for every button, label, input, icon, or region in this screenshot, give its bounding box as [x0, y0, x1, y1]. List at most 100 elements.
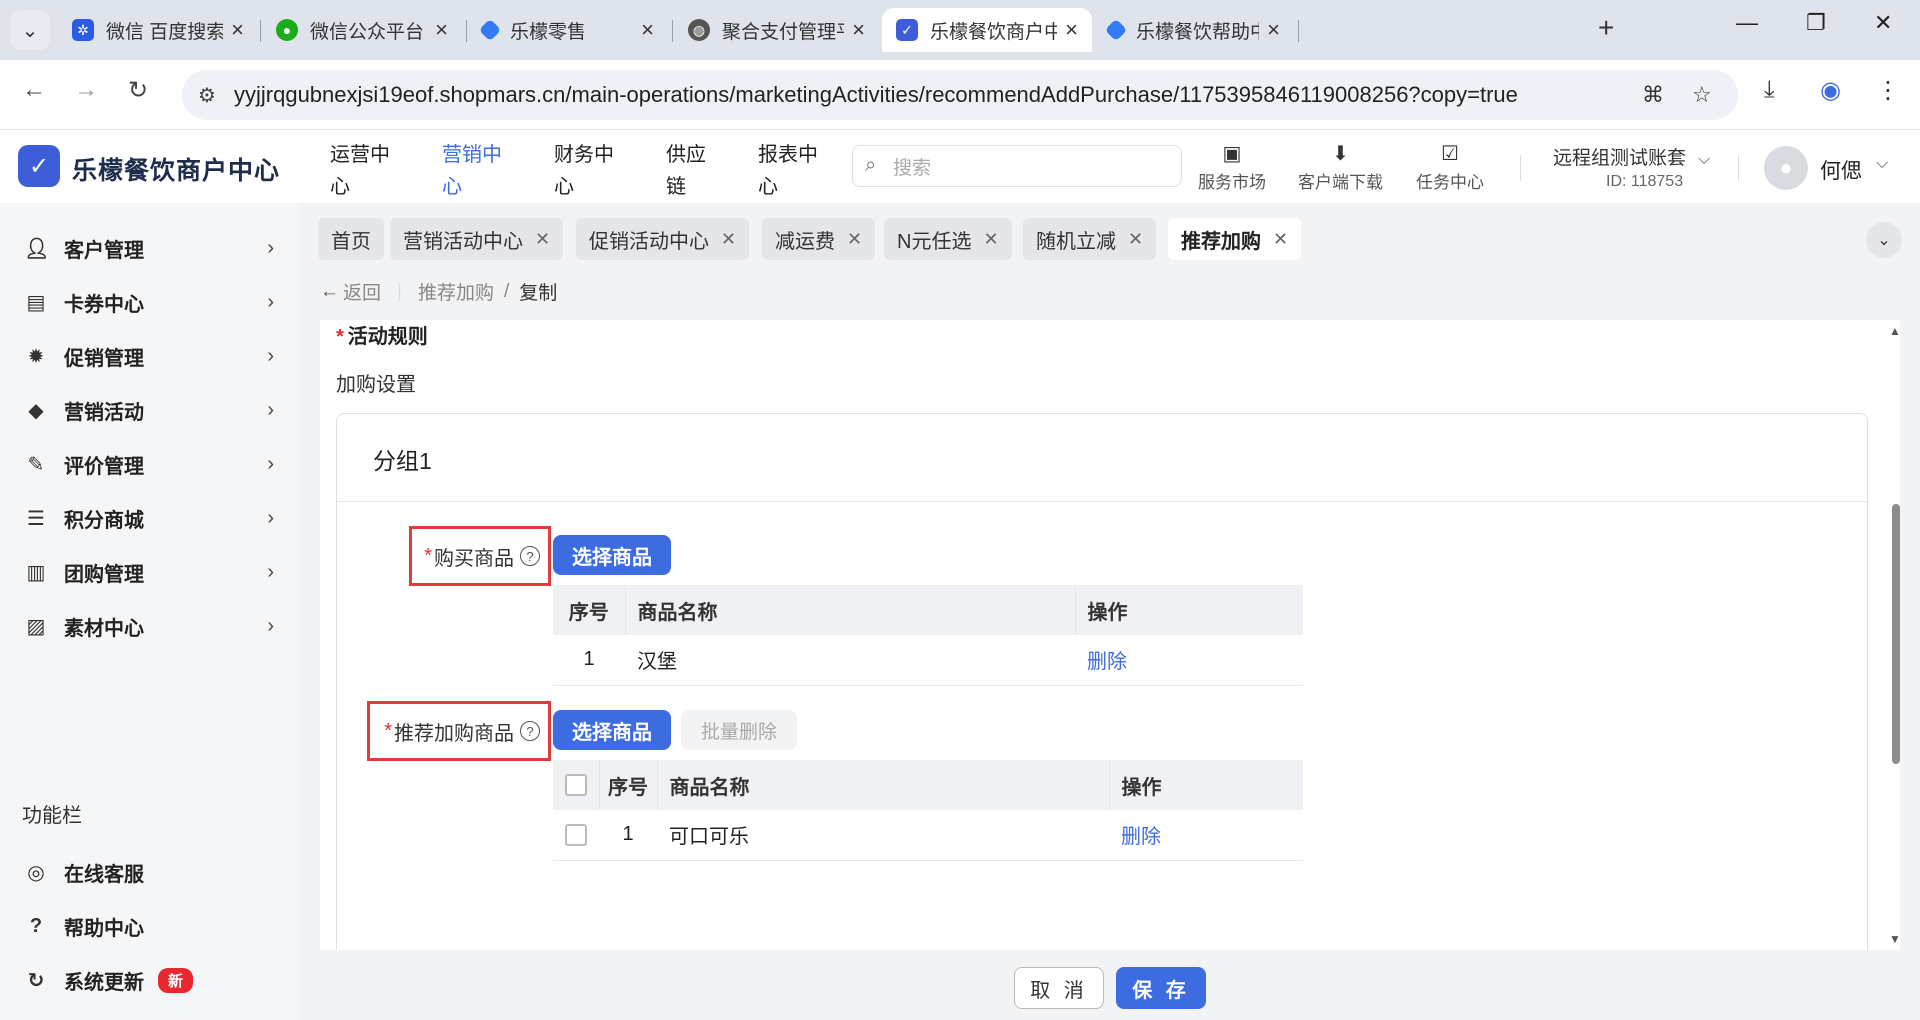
sidebar-item-customer[interactable]: 👤︎ 客户管理 › [0, 221, 300, 275]
question-circle-icon[interactable]: ? [520, 721, 540, 741]
avatar[interactable]: ● [1764, 146, 1808, 190]
sidebar-item-help-center[interactable]: ? 帮助中心 [0, 899, 300, 953]
scroll-down-arrow-icon[interactable]: ▼ [1889, 932, 1901, 946]
sidebar-item-marketing[interactable]: ◆ 营销活动 › [0, 383, 300, 437]
chevron-down-icon[interactable]: ⌵ [1876, 155, 1888, 173]
browser-tab-title: 乐檬餐饮帮助中心 [1136, 21, 1259, 43]
close-icon[interactable]: × [435, 17, 448, 43]
topnav-marketing[interactable]: 营销中心 [442, 139, 514, 203]
forward-arrow-icon[interactable]: → [74, 76, 98, 104]
back-arrow-icon[interactable]: ← [320, 281, 339, 303]
restore-icon[interactable]: ❐ [1806, 10, 1826, 36]
sidebar-item-material[interactable]: ▨ 素材中心 › [0, 599, 300, 653]
url-field[interactable]: ⚙ yyjjrqgubnexjsi19eof.shopmars.cn/main-… [182, 70, 1738, 120]
page-tab-promotion-center[interactable]: 促销活动中心 ✕ [576, 218, 750, 260]
recommend-product-label: * 推荐加购商品? [367, 701, 551, 761]
topnav-reports[interactable]: 报表中心 [758, 139, 830, 203]
scrollbar[interactable]: ▲ ▼ [1886, 320, 1906, 950]
row-checkbox[interactable] [565, 823, 587, 846]
site-settings-icon[interactable]: ⚙ [198, 83, 216, 108]
page-tab-home[interactable]: 首页 [318, 218, 384, 260]
page-tab-shipping-reduce[interactable]: 减运费 ✕ [762, 218, 876, 260]
cancel-button[interactable]: 取 消 [1014, 967, 1104, 1009]
header-divider [1738, 155, 1739, 181]
row-checkbox-cell [553, 810, 599, 861]
topnav-operations[interactable]: 运营中心 [330, 139, 402, 203]
task-center-button[interactable]: ☑ 任务中心 [1416, 141, 1484, 193]
tab-search-button[interactable]: ⌄ [10, 10, 50, 50]
col-header-no: 序号 [599, 760, 658, 810]
select-recommend-product-button[interactable]: 选择商品 [553, 710, 671, 750]
select-all-checkbox[interactable] [564, 774, 587, 797]
sidebar-item-system-update[interactable]: ↻ 系统更新新 [0, 953, 300, 1007]
user-name[interactable]: 何偲 [1820, 155, 1862, 185]
download-folder-icon: ⬇ [1332, 143, 1349, 165]
sidebar-item-points[interactable]: ☰ 积分商城 › [0, 491, 300, 545]
chevron-right-icon: › [267, 506, 274, 529]
scroll-up-arrow-icon[interactable]: ▲ [1889, 324, 1901, 338]
close-icon[interactable]: × [1065, 17, 1078, 43]
delete-link[interactable]: 删除 [1087, 651, 1127, 673]
delete-link[interactable]: 删除 [1121, 826, 1161, 848]
service-market-button[interactable]: ▣ 服务市场 [1198, 141, 1266, 193]
close-window-icon[interactable]: ✕ [1874, 10, 1892, 36]
group-panel: 分组1 * 购买商品? 选择商品 序号 商品名称 操作 1 汉堡 删除 * 推荐… [336, 413, 1868, 950]
table-row: 1 汉堡 删除 [553, 635, 1303, 686]
topnav-finance[interactable]: 财务中心 [554, 139, 626, 203]
account-switcher[interactable]: 远程组测试账套 [1553, 143, 1686, 170]
footer-bar [300, 950, 1920, 1020]
sidebar-item-coupon[interactable]: ▤ 卡券中心 › [0, 275, 300, 329]
sidebar-item-review[interactable]: ✎ 评价管理 › [0, 437, 300, 491]
profile-icon[interactable]: ◉ [1820, 76, 1841, 105]
back-arrow-icon[interactable]: ← [22, 76, 46, 104]
new-tab-plus-icon[interactable]: + [1598, 12, 1614, 44]
scrollbar-thumb[interactable] [1892, 504, 1900, 764]
client-download-button[interactable]: ⬇ 客户端下载 [1298, 141, 1383, 193]
download-icon[interactable]: ⤓ [1764, 76, 1775, 104]
browser-tab-2[interactable]: ● 微信公众平台 × [262, 8, 462, 52]
browser-tab-5-active[interactable]: ✓ 乐檬餐饮商户中心 × [882, 8, 1092, 52]
batch-delete-button[interactable]: 批量删除 [681, 710, 797, 750]
reload-icon[interactable]: ↻ [128, 76, 148, 105]
minimize-icon[interactable]: — [1736, 10, 1758, 36]
browser-tab-3[interactable]: 乐檬零售 × [468, 8, 668, 52]
translate-icon[interactable]: ⌘ [1642, 82, 1664, 108]
tabs-more-chevron-icon[interactable]: ⌄ [1866, 222, 1902, 258]
refresh-icon: ↻ [27, 969, 45, 992]
topnav-supply-chain[interactable]: 供应链 [666, 139, 738, 203]
back-link[interactable]: 返回 [343, 278, 381, 305]
sidebar-item-groupbuy[interactable]: ▥ 团购管理 › [0, 545, 300, 599]
sidebar-item-promotion[interactable]: ✹ 促销管理 › [0, 329, 300, 383]
close-icon[interactable]: ✕ [1128, 229, 1143, 250]
breadcrumb-parent[interactable]: 推荐加购 [418, 278, 494, 305]
baidu-paw-icon: ✲ [72, 19, 94, 41]
bookmark-star-icon[interactable]: ☆ [1692, 82, 1712, 108]
chevron-down-icon[interactable]: ⌵ [1698, 151, 1710, 169]
close-icon[interactable]: ✕ [721, 229, 736, 250]
more-menu-icon[interactable]: ⋮ [1876, 76, 1900, 105]
page-tab-n-yuan[interactable]: N元任选 ✕ [884, 218, 1012, 260]
browser-tab-6[interactable]: 乐檬餐饮帮助中心 × [1094, 8, 1294, 52]
close-icon[interactable]: × [641, 17, 654, 43]
save-button[interactable]: 保 存 [1116, 967, 1206, 1009]
close-icon[interactable]: ✕ [535, 229, 550, 250]
close-icon[interactable]: ✕ [983, 229, 998, 250]
page-tab-recommend-purchase[interactable]: 推荐加购 ✕ [1168, 218, 1302, 260]
close-icon[interactable]: × [231, 17, 244, 43]
browser-tab-title: 乐檬零售 [510, 21, 587, 43]
review-icon: ✎ [27, 453, 45, 476]
page-tab-random-reduce[interactable]: 随机立减 ✕ [1023, 218, 1157, 260]
select-buy-product-button[interactable]: 选择商品 [553, 535, 671, 575]
close-icon[interactable]: × [852, 17, 865, 43]
sidebar-item-online-service[interactable]: ◎ 在线客服 [0, 845, 300, 899]
close-icon[interactable]: ✕ [847, 229, 862, 250]
question-circle-icon[interactable]: ? [520, 546, 540, 566]
close-icon[interactable]: ✕ [1273, 229, 1288, 250]
page-tab-marketing-center[interactable]: 营销活动中心 ✕ [390, 218, 564, 260]
browser-tab-4[interactable]: ◍ 聚合支付管理平台 × [674, 8, 879, 52]
browser-tab-1[interactable]: ✲ 微信 百度搜索 × [58, 8, 258, 52]
search-input[interactable]: ⌕ 搜索 [852, 145, 1182, 187]
close-icon[interactable]: × [1267, 17, 1280, 43]
lemeng-logo-icon: ✓ [18, 145, 60, 187]
search-placeholder: 搜索 [893, 157, 932, 179]
